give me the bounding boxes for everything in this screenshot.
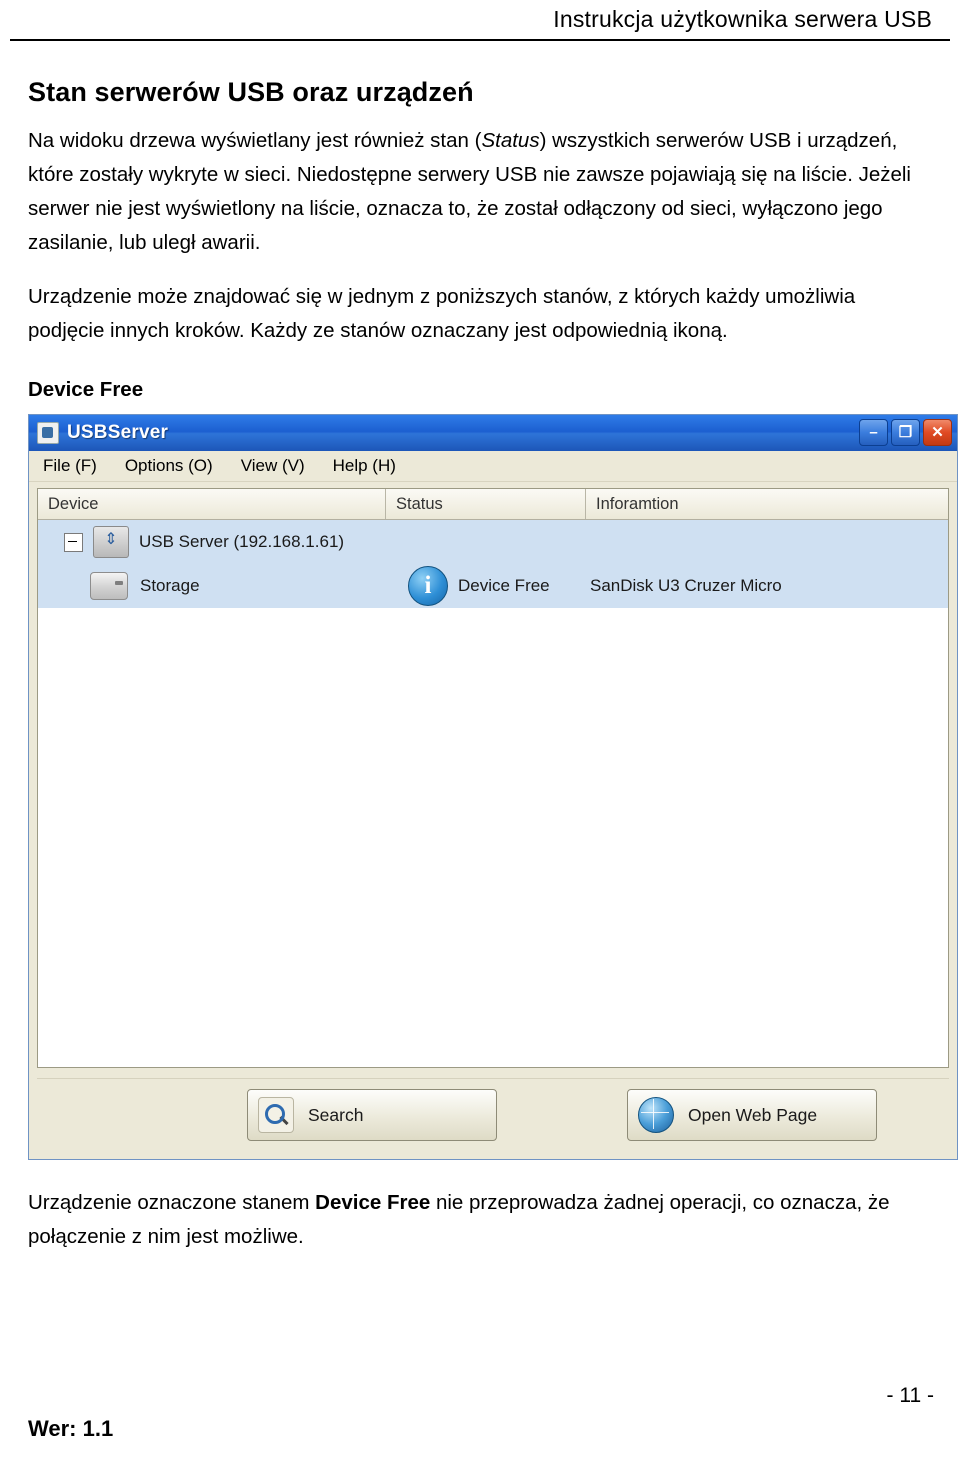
open-web-page-button-label: Open Web Page — [688, 1104, 818, 1125]
usbserver-app-icon — [37, 422, 59, 444]
minimize-button[interactable]: – — [859, 419, 888, 446]
close-button[interactable]: ✕ — [923, 419, 952, 446]
paragraph-status-intro: Na widoku drzewa wyświetlany jest równie… — [28, 124, 930, 260]
tree-column-headers: Device Status Inforamtion — [38, 489, 948, 520]
table-row[interactable]: Storage i Device Free SanDisk U3 Cruzer … — [38, 564, 948, 608]
paragraph-device-states: Urządzenie może znajdować się w jednym z… — [28, 285, 856, 342]
usb-server-icon — [93, 526, 129, 558]
search-icon — [258, 1097, 294, 1133]
table-row[interactable]: USB Server (192.168.1.61) — [38, 520, 948, 564]
page-title: Stan serwerów USB oraz urządzeń — [28, 77, 474, 107]
info-status-icon: i — [408, 566, 448, 606]
window-button-bar: Search Open Web Page — [37, 1078, 949, 1151]
storage-device-icon — [90, 572, 128, 600]
paragraph-device-free-explanation: Urządzenie oznaczone stanem Device Free … — [28, 1186, 930, 1254]
search-button[interactable]: Search — [247, 1089, 497, 1141]
closing-bold-device-free: Device Free — [315, 1191, 431, 1214]
column-header-status[interactable]: Status — [386, 489, 586, 519]
menu-item-file[interactable]: File (F) — [43, 456, 97, 476]
column-header-device[interactable]: Device — [38, 489, 386, 519]
menu-item-help[interactable]: Help (H) — [333, 456, 396, 476]
document-version: Wer: 1.1 — [28, 1416, 114, 1441]
search-button-label: Search — [308, 1104, 364, 1125]
collapse-icon[interactable] — [64, 532, 83, 552]
paragraph-emphasis-status: Status — [481, 129, 540, 152]
maximize-button[interactable]: ❐ — [891, 419, 920, 446]
usbserver-window: USBServer – ❐ ✕ File (F) Options (O) Vie… — [28, 414, 958, 1160]
window-titlebar: USBServer – ❐ ✕ — [29, 415, 957, 451]
column-header-information[interactable]: Inforamtion — [586, 489, 948, 519]
menu-bar: File (F) Options (O) View (V) Help (H) — [29, 451, 957, 482]
device-status-label: Device Free — [458, 576, 550, 595]
menu-item-options[interactable]: Options (O) — [125, 456, 213, 476]
document-page: Instrukcja użytkownika serwera USB Stan … — [0, 0, 960, 1460]
page-number: - 11 - — [886, 1384, 934, 1407]
running-header: Instrukcja użytkownika serwera USB — [10, 0, 950, 39]
window-client-area: Device Status Inforamtion USB Server (19… — [29, 482, 957, 1159]
open-web-page-button[interactable]: Open Web Page — [627, 1089, 877, 1141]
device-information-cell: SanDisk U3 Cruzer Micro — [590, 576, 782, 595]
window-title: USBServer — [67, 422, 169, 443]
closing-part-a: Urządzenie oznaczone stanem — [28, 1191, 316, 1214]
device-tree-panel[interactable]: Device Status Inforamtion USB Server (19… — [37, 488, 949, 1068]
running-header-text: Instrukcja użytkownika serwera USB — [553, 6, 932, 32]
device-status-cell: i Device Free — [386, 566, 586, 606]
page-footer: - 11 - Wer: 1.1 — [0, 1384, 960, 1442]
device-name-label: Storage — [140, 576, 200, 595]
window-controls: – ❐ ✕ — [859, 419, 952, 446]
state-heading-device-free: Device Free — [28, 378, 144, 401]
device-name-cell: Storage — [38, 572, 386, 600]
page-content: Stan serwerów USB oraz urządzeń Na widok… — [10, 41, 958, 1254]
server-name-label: USB Server (192.168.1.61) — [139, 532, 345, 551]
paragraph-part-a: Na widoku drzewa wyświetlany jest równie… — [28, 129, 482, 152]
server-name-cell: USB Server (192.168.1.61) — [38, 526, 386, 558]
globe-icon — [638, 1097, 674, 1133]
menu-item-view[interactable]: View (V) — [241, 456, 305, 476]
